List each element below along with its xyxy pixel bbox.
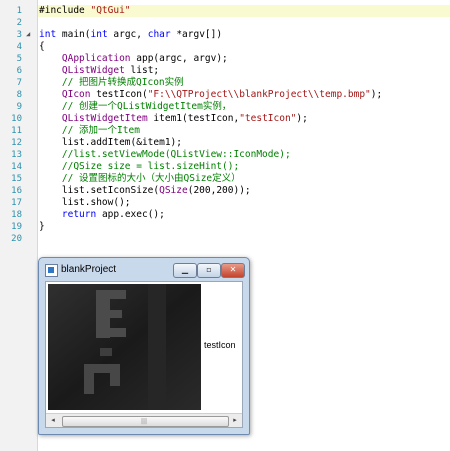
blank-project-window[interactable]: blankProject ▁ ▫ ✕ testIcon ◂ ||| ▸ <box>38 257 250 435</box>
code-token: //QSize size = list.sizeHint(); <box>39 161 240 172</box>
code-token: int <box>90 29 108 40</box>
code-token: // 设置图标的大小（大小由QSize定义） <box>39 173 241 184</box>
temp-bmp-icon <box>48 284 201 410</box>
code-token: list; <box>124 65 160 76</box>
code-token: //list.setViewMode(QListView::IconMode); <box>39 149 291 160</box>
code-token: "QtGui" <box>90 5 131 16</box>
line-number: 8 <box>16 90 22 100</box>
line-number: 5 <box>16 54 22 64</box>
line-number: 13 <box>11 150 22 160</box>
code-line[interactable]: list.show(); <box>39 197 131 209</box>
code-token: list.show(); <box>39 197 131 208</box>
line-number: 20 <box>11 234 22 244</box>
minimize-button[interactable]: ▁ <box>173 263 197 278</box>
maximize-button[interactable]: ▫ <box>197 263 221 278</box>
line-number: 15 <box>11 174 22 184</box>
close-button[interactable]: ✕ <box>221 263 245 278</box>
code-token: list.setIconSize( <box>39 185 160 196</box>
code-token: ); <box>296 113 308 124</box>
code-token: QListWidgetItem <box>61 113 148 124</box>
item-icon-image[interactable] <box>48 284 201 410</box>
line-number: 3 <box>16 30 22 40</box>
list-widget[interactable]: testIcon ◂ ||| ▸ <box>45 281 243 428</box>
code-line[interactable]: //list.setViewMode(QListView::IconMode); <box>39 149 291 161</box>
code-token: list.addItem(&item1); <box>39 137 182 148</box>
code-token: app.exec(); <box>96 209 165 220</box>
line-number: 19 <box>11 222 22 232</box>
code-token: } <box>39 221 45 232</box>
app-icon <box>45 264 58 277</box>
code-token: "F:\\QTProject\\blankProject\\temp.bmp" <box>147 89 371 100</box>
line-number: 6 <box>16 66 22 76</box>
window-title: blankProject <box>61 264 117 275</box>
scroll-right-icon[interactable]: ▸ <box>229 415 241 426</box>
line-number: 7 <box>16 78 22 88</box>
code-token: main( <box>56 29 91 40</box>
line-number: 14 <box>11 162 22 172</box>
code-token: QIcon <box>61 89 91 100</box>
code-line[interactable]: // 把图片转换成QIcon实例 <box>39 77 184 89</box>
line-number: 16 <box>11 186 22 196</box>
code-token: QApplication <box>61 53 131 64</box>
code-token: (200,200)); <box>187 185 251 196</box>
code-line[interactable]: } <box>39 221 45 233</box>
code-token: #include <box>39 5 91 16</box>
code-token: // 添加一个Item <box>39 125 140 136</box>
code-token: *argv[]) <box>170 29 223 40</box>
scrollbar-thumb[interactable]: ||| <box>62 416 229 427</box>
code-token: testIcon( <box>90 89 148 100</box>
line-number: 10 <box>11 114 22 124</box>
code-line[interactable]: // 添加一个Item <box>39 125 140 137</box>
code-token: return <box>61 209 97 220</box>
code-line[interactable]: // 设置图标的大小（大小由QSize定义） <box>39 173 241 185</box>
code-token: // 创建一个QListWidgetItem实例， <box>39 101 232 112</box>
code-token: QListWidget <box>61 65 125 76</box>
scroll-left-icon[interactable]: ◂ <box>47 415 59 426</box>
code-line[interactable]: int main(int argc, char *argv[]) <box>39 29 222 41</box>
line-number: 1 <box>16 6 22 16</box>
code-token: app(argc, argv); <box>130 53 228 64</box>
code-line[interactable]: QApplication app(argc, argv); <box>39 53 228 65</box>
code-line[interactable]: return app.exec(); <box>39 209 165 221</box>
line-number: 9 <box>16 102 22 112</box>
horizontal-scrollbar[interactable]: ◂ ||| ▸ <box>46 413 242 427</box>
line-number: 2 <box>16 18 22 28</box>
code-token: // 把图片转换成QIcon实例 <box>39 77 184 88</box>
line-number: 12 <box>11 138 22 148</box>
line-number: 11 <box>11 126 22 136</box>
line-number-gutter: 1 2 3 ◢ 4 5 6 7 8 9 10 11 12 13 14 15 16 17 18 19 20 <box>0 0 38 451</box>
item-label[interactable]: testIcon <box>204 340 236 350</box>
code-line[interactable]: QIcon testIcon("F:\\QTProject\\blankProj… <box>39 89 382 101</box>
code-line[interactable]: QListWidget list; <box>39 65 159 77</box>
code-token: int <box>39 29 57 40</box>
code-token: { <box>39 41 45 52</box>
code-line[interactable]: #include "QtGui" <box>39 5 131 17</box>
code-line[interactable]: list.setIconSize(QSize(200,200)); <box>39 185 251 197</box>
code-line[interactable]: // 创建一个QListWidgetItem实例， <box>39 101 231 113</box>
fold-marker-icon[interactable]: ◢ <box>26 31 33 38</box>
code-token: ); <box>370 89 383 100</box>
code-token: "testIcon" <box>239 113 297 124</box>
line-number: 18 <box>11 210 22 220</box>
code-line[interactable]: list.addItem(&item1); <box>39 137 182 149</box>
code-token: QSize <box>159 185 188 196</box>
line-number: 17 <box>11 198 22 208</box>
code-token: char <box>147 29 171 40</box>
code-line[interactable]: //QSize size = list.sizeHint(); <box>39 161 239 173</box>
line-number: 4 <box>16 42 22 52</box>
code-token: item1(testIcon, <box>147 113 240 124</box>
code-line[interactable]: { <box>39 41 45 53</box>
code-token: argc, <box>107 29 148 40</box>
grip-icon: ||| <box>141 418 148 425</box>
code-line[interactable]: QListWidgetItem item1(testIcon,"testIcon… <box>39 113 308 125</box>
